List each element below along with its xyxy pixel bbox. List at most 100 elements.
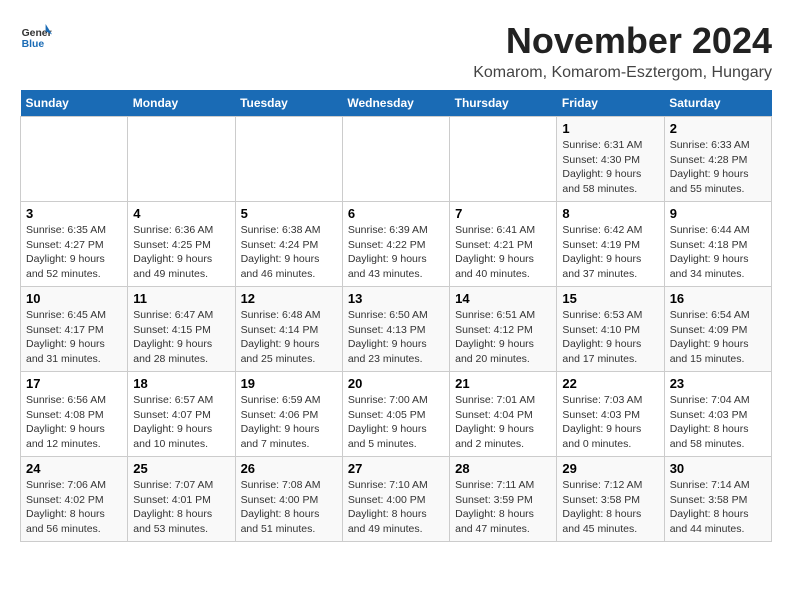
day-info: Sunrise: 6:44 AMSunset: 4:18 PMDaylight:… — [670, 223, 766, 282]
day-info: Sunrise: 7:11 AMSunset: 3:59 PMDaylight:… — [455, 478, 551, 537]
day-info: Sunrise: 6:39 AMSunset: 4:22 PMDaylight:… — [348, 223, 444, 282]
main-title: November 2024 — [473, 20, 772, 62]
day-info: Sunrise: 6:36 AMSunset: 4:25 PMDaylight:… — [133, 223, 229, 282]
day-info: Sunrise: 6:51 AMSunset: 4:12 PMDaylight:… — [455, 308, 551, 367]
day-info: Sunrise: 6:42 AMSunset: 4:19 PMDaylight:… — [562, 223, 658, 282]
day-header-saturday: Saturday — [664, 90, 771, 117]
calendar-table: SundayMondayTuesdayWednesdayThursdayFrid… — [20, 90, 772, 542]
day-info: Sunrise: 7:06 AMSunset: 4:02 PMDaylight:… — [26, 478, 122, 537]
day-header-wednesday: Wednesday — [342, 90, 449, 117]
calendar-cell: 19Sunrise: 6:59 AMSunset: 4:06 PMDayligh… — [235, 372, 342, 457]
day-number: 6 — [348, 206, 444, 221]
day-info: Sunrise: 7:08 AMSunset: 4:00 PMDaylight:… — [241, 478, 337, 537]
day-number: 15 — [562, 291, 658, 306]
calendar-cell: 25Sunrise: 7:07 AMSunset: 4:01 PMDayligh… — [128, 457, 235, 542]
week-row-1: 1Sunrise: 6:31 AMSunset: 4:30 PMDaylight… — [21, 117, 772, 202]
day-info: Sunrise: 7:03 AMSunset: 4:03 PMDaylight:… — [562, 393, 658, 452]
calendar-cell: 8 Sunrise: 6:42 AMSunset: 4:19 PMDaylight… — [557, 202, 664, 287]
day-number: 7 — [455, 206, 551, 221]
day-info: Sunrise: 6:56 AMSunset: 4:08 PMDaylight:… — [26, 393, 122, 452]
day-number: 18 — [133, 376, 229, 391]
day-info: Sunrise: 6:47 AMSunset: 4:15 PMDaylight:… — [133, 308, 229, 367]
day-header-tuesday: Tuesday — [235, 90, 342, 117]
day-number: 5 — [241, 206, 337, 221]
calendar-cell: 11 Sunrise: 6:47 AMSunset: 4:15 PMDayligh… — [128, 287, 235, 372]
calendar-cell: 13 Sunrise: 6:50 AMSunset: 4:13 PMDayligh… — [342, 287, 449, 372]
day-number: 4 — [133, 206, 229, 221]
day-number: 26 — [241, 461, 337, 476]
week-row-5: 24 Sunrise: 7:06 AMSunset: 4:02 PMDayligh… — [21, 457, 772, 542]
day-number: 13 — [348, 291, 444, 306]
calendar-cell: 20 Sunrise: 7:00 AMSunset: 4:05 PMDayligh… — [342, 372, 449, 457]
calendar-cell: 28 Sunrise: 7:11 AMSunset: 3:59 PMDayligh… — [450, 457, 557, 542]
calendar-cell: 5 Sunrise: 6:38 AMSunset: 4:24 PMDaylight… — [235, 202, 342, 287]
day-number: 1 — [562, 121, 658, 136]
week-row-2: 3 Sunrise: 6:35 AMSunset: 4:27 PMDaylight… — [21, 202, 772, 287]
svg-text:Blue: Blue — [22, 39, 45, 50]
calendar-cell: 22Sunrise: 7:03 AMSunset: 4:03 PMDayligh… — [557, 372, 664, 457]
day-number: 20 — [348, 376, 444, 391]
day-info: Sunrise: 6:35 AMSunset: 4:27 PMDaylight:… — [26, 223, 122, 282]
day-info: Sunrise: 7:00 AMSunset: 4:05 PMDaylight:… — [348, 393, 444, 452]
calendar-cell: 1Sunrise: 6:31 AMSunset: 4:30 PMDaylight… — [557, 117, 664, 202]
calendar-cell: 3 Sunrise: 6:35 AMSunset: 4:27 PMDaylight… — [21, 202, 128, 287]
day-info: Sunrise: 7:01 AMSunset: 4:04 PMDaylight:… — [455, 393, 551, 452]
calendar-cell: 15 Sunrise: 6:53 AMSunset: 4:10 PMDayligh… — [557, 287, 664, 372]
day-number: 27 — [348, 461, 444, 476]
page-header: General Blue November 2024 Komarom, Koma… — [20, 20, 772, 82]
title-section: November 2024 Komarom, Komarom-Esztergom… — [473, 20, 772, 82]
day-info: Sunrise: 7:04 AMSunset: 4:03 PMDaylight:… — [670, 393, 766, 452]
day-info: Sunrise: 6:53 AMSunset: 4:10 PMDaylight:… — [562, 308, 658, 367]
day-number: 28 — [455, 461, 551, 476]
week-row-4: 17 Sunrise: 6:56 AMSunset: 4:08 PMDayligh… — [21, 372, 772, 457]
week-row-3: 10 Sunrise: 6:45 AMSunset: 4:17 PMDayligh… — [21, 287, 772, 372]
calendar-cell — [450, 117, 557, 202]
logo-icon: General Blue — [20, 20, 52, 52]
day-header-thursday: Thursday — [450, 90, 557, 117]
calendar-cell: 10 Sunrise: 6:45 AMSunset: 4:17 PMDayligh… — [21, 287, 128, 372]
day-number: 8 — [562, 206, 658, 221]
calendar-cell: 14 Sunrise: 6:51 AMSunset: 4:12 PMDayligh… — [450, 287, 557, 372]
calendar-header-row: SundayMondayTuesdayWednesdayThursdayFrid… — [21, 90, 772, 117]
calendar-cell: 9Sunrise: 6:44 AMSunset: 4:18 PMDaylight… — [664, 202, 771, 287]
calendar-cell: 16 Sunrise: 6:54 AMSunset: 4:09 PMDayligh… — [664, 287, 771, 372]
day-info: Sunrise: 6:33 AMSunset: 4:28 PMDaylight:… — [670, 138, 766, 197]
day-info: Sunrise: 7:12 AMSunset: 3:58 PMDaylight:… — [562, 478, 658, 537]
day-number: 29 — [562, 461, 658, 476]
day-number: 10 — [26, 291, 122, 306]
day-info: Sunrise: 6:41 AMSunset: 4:21 PMDaylight:… — [455, 223, 551, 282]
calendar-cell — [21, 117, 128, 202]
day-info: Sunrise: 6:50 AMSunset: 4:13 PMDaylight:… — [348, 308, 444, 367]
calendar-cell: 18 Sunrise: 6:57 AMSunset: 4:07 PMDayligh… — [128, 372, 235, 457]
day-header-sunday: Sunday — [21, 90, 128, 117]
day-number: 14 — [455, 291, 551, 306]
day-number: 2 — [670, 121, 766, 136]
calendar-cell: 12Sunrise: 6:48 AMSunset: 4:14 PMDayligh… — [235, 287, 342, 372]
day-info: Sunrise: 6:57 AMSunset: 4:07 PMDaylight:… — [133, 393, 229, 452]
day-info: Sunrise: 6:45 AMSunset: 4:17 PMDaylight:… — [26, 308, 122, 367]
day-number: 11 — [133, 291, 229, 306]
calendar-cell: 24 Sunrise: 7:06 AMSunset: 4:02 PMDayligh… — [21, 457, 128, 542]
day-info: Sunrise: 6:48 AMSunset: 4:14 PMDaylight:… — [241, 308, 337, 367]
calendar-cell: 17 Sunrise: 6:56 AMSunset: 4:08 PMDayligh… — [21, 372, 128, 457]
day-number: 30 — [670, 461, 766, 476]
calendar-cell: 7 Sunrise: 6:41 AMSunset: 4:21 PMDaylight… — [450, 202, 557, 287]
day-number: 23 — [670, 376, 766, 391]
day-number: 21 — [455, 376, 551, 391]
calendar-cell: 29 Sunrise: 7:12 AMSunset: 3:58 PMDayligh… — [557, 457, 664, 542]
calendar-cell: 2 Sunrise: 6:33 AMSunset: 4:28 PMDaylight… — [664, 117, 771, 202]
calendar-cell: 26 Sunrise: 7:08 AMSunset: 4:00 PMDayligh… — [235, 457, 342, 542]
subtitle: Komarom, Komarom-Esztergom, Hungary — [473, 64, 772, 82]
day-info: Sunrise: 6:54 AMSunset: 4:09 PMDaylight:… — [670, 308, 766, 367]
day-info: Sunrise: 6:38 AMSunset: 4:24 PMDaylight:… — [241, 223, 337, 282]
day-number: 19 — [241, 376, 337, 391]
calendar-cell: 27 Sunrise: 7:10 AMSunset: 4:00 PMDayligh… — [342, 457, 449, 542]
calendar-cell: 4 Sunrise: 6:36 AMSunset: 4:25 PMDaylight… — [128, 202, 235, 287]
day-number: 17 — [26, 376, 122, 391]
day-number: 3 — [26, 206, 122, 221]
day-info: Sunrise: 7:10 AMSunset: 4:00 PMDaylight:… — [348, 478, 444, 537]
day-number: 16 — [670, 291, 766, 306]
calendar-cell — [342, 117, 449, 202]
day-number: 24 — [26, 461, 122, 476]
logo: General Blue — [20, 20, 52, 52]
